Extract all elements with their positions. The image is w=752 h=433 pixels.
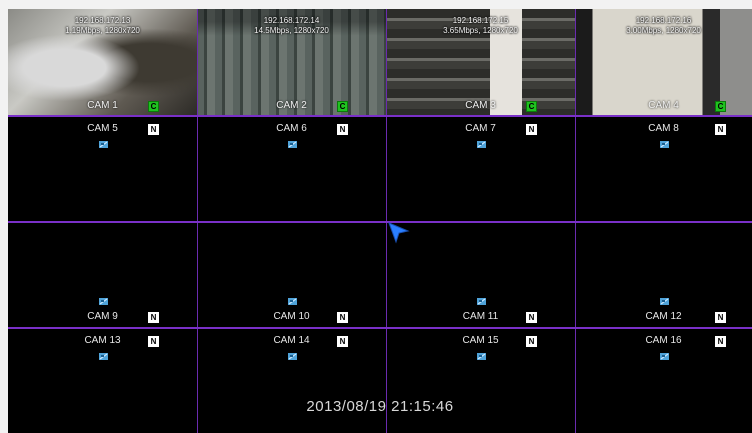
camera-label: CAM 14	[273, 335, 310, 346]
camera-label: CAM 7	[465, 123, 496, 134]
camera-label: CAM 1	[87, 100, 118, 111]
camera-label: CAM 2	[276, 100, 307, 111]
no-video-icon	[288, 141, 297, 148]
camera-stream-overlay: 14.5Mbps, 1280x720	[254, 26, 329, 35]
no-video-icon	[288, 353, 297, 360]
camera-tile-14[interactable]: CAM 14 N	[197, 328, 386, 433]
camera-grid: 192.168.172.13 1.19Mbps, 1280x720 CAM 1 C 19…	[8, 9, 752, 433]
camera-tile-15[interactable]: CAM 15 N	[386, 328, 575, 433]
camera-label: CAM 9	[87, 311, 118, 322]
no-signal-badge: N	[526, 336, 537, 347]
camera-stream-overlay: 1.19Mbps, 1280x720	[65, 26, 140, 35]
camera-label: CAM 15	[462, 335, 499, 346]
no-video-icon	[99, 298, 108, 305]
camera-ip-overlay: 192.168.172.14	[263, 16, 320, 25]
grid-divider-horizontal-1	[8, 115, 752, 117]
no-video-icon	[660, 298, 669, 305]
no-video-icon	[477, 353, 486, 360]
camera-tile-7[interactable]: CAM 7 N	[386, 116, 575, 222]
camera-label: CAM 11	[462, 311, 499, 322]
no-video-icon	[288, 298, 297, 305]
camera-tile-5[interactable]: CAM 5 N	[8, 116, 197, 222]
no-video-icon	[99, 353, 108, 360]
grid-divider-horizontal-2	[8, 221, 752, 223]
camera-tile-6[interactable]: CAM 6 N	[197, 116, 386, 222]
camera-tile-3[interactable]: 192.168.172.15 3.65Mbps, 1280x720 CAM 3 C	[386, 9, 575, 116]
no-signal-badge: N	[337, 312, 348, 323]
no-video-icon	[477, 298, 486, 305]
no-signal-badge: N	[148, 124, 159, 135]
camera-tile-13[interactable]: CAM 13 N	[8, 328, 197, 433]
camera-stream-overlay: 3.65Mbps, 1280x720	[443, 26, 518, 35]
no-video-icon	[477, 141, 486, 148]
no-signal-badge: N	[148, 312, 159, 323]
dvr-frame: 192.168.172.13 1.19Mbps, 1280x720 CAM 1 C 19…	[0, 0, 752, 433]
camera-tile-9[interactable]: CAM 9 N	[8, 222, 197, 328]
no-video-icon	[660, 141, 669, 148]
no-signal-badge: N	[337, 124, 348, 135]
mouse-cursor-icon	[388, 222, 410, 244]
camera-ip-overlay: 192.168.172.15	[452, 16, 509, 25]
camera-tile-1[interactable]: 192.168.172.13 1.19Mbps, 1280x720 CAM 1 C	[8, 9, 197, 116]
camera-label: CAM 3	[465, 100, 496, 111]
camera-tile-4[interactable]: 192.168.172.16 3.00Mbps, 1280x720 CAM 4C	[575, 9, 752, 116]
connected-badge: C	[148, 101, 159, 112]
no-signal-badge: N	[715, 312, 726, 323]
camera-label: CAM 6	[276, 123, 307, 134]
connected-badge: C	[715, 101, 726, 112]
no-signal-badge: N	[715, 336, 726, 347]
camera-stream-overlay: 3.00Mbps, 1280x720	[626, 26, 701, 35]
datetime-display: 2013/08/19 21:15:46	[306, 398, 454, 415]
camera-tile-2[interactable]: 192.168.172.14 14.5Mbps, 1280x720 CAM 2 C	[197, 9, 386, 116]
connected-badge: C	[526, 101, 537, 112]
camera-label: CAM 5	[87, 123, 118, 134]
camera-tile-8[interactable]: CAM 8N	[575, 116, 752, 222]
camera-label: CAM 10	[273, 311, 310, 322]
no-signal-badge: N	[337, 336, 348, 347]
camera-ip-overlay: 192.168.172.13	[74, 16, 131, 25]
camera-tile-11[interactable]: CAM 11 N	[386, 222, 575, 328]
camera-ip-overlay: 192.168.172.16	[635, 16, 692, 25]
camera-tile-12[interactable]: CAM 12 N	[575, 222, 752, 328]
no-signal-badge: N	[715, 124, 726, 135]
no-video-icon	[99, 141, 108, 148]
no-signal-badge: N	[148, 336, 159, 347]
camera-tile-10[interactable]: CAM 10 N	[197, 222, 386, 328]
connected-badge: C	[337, 101, 348, 112]
no-signal-badge: N	[526, 312, 537, 323]
camera-label: CAM 13	[84, 335, 121, 346]
grid-divider-horizontal-3	[8, 327, 752, 329]
camera-tile-16[interactable]: CAM 16 N	[575, 328, 752, 433]
no-video-icon	[660, 353, 669, 360]
no-signal-badge: N	[526, 124, 537, 135]
